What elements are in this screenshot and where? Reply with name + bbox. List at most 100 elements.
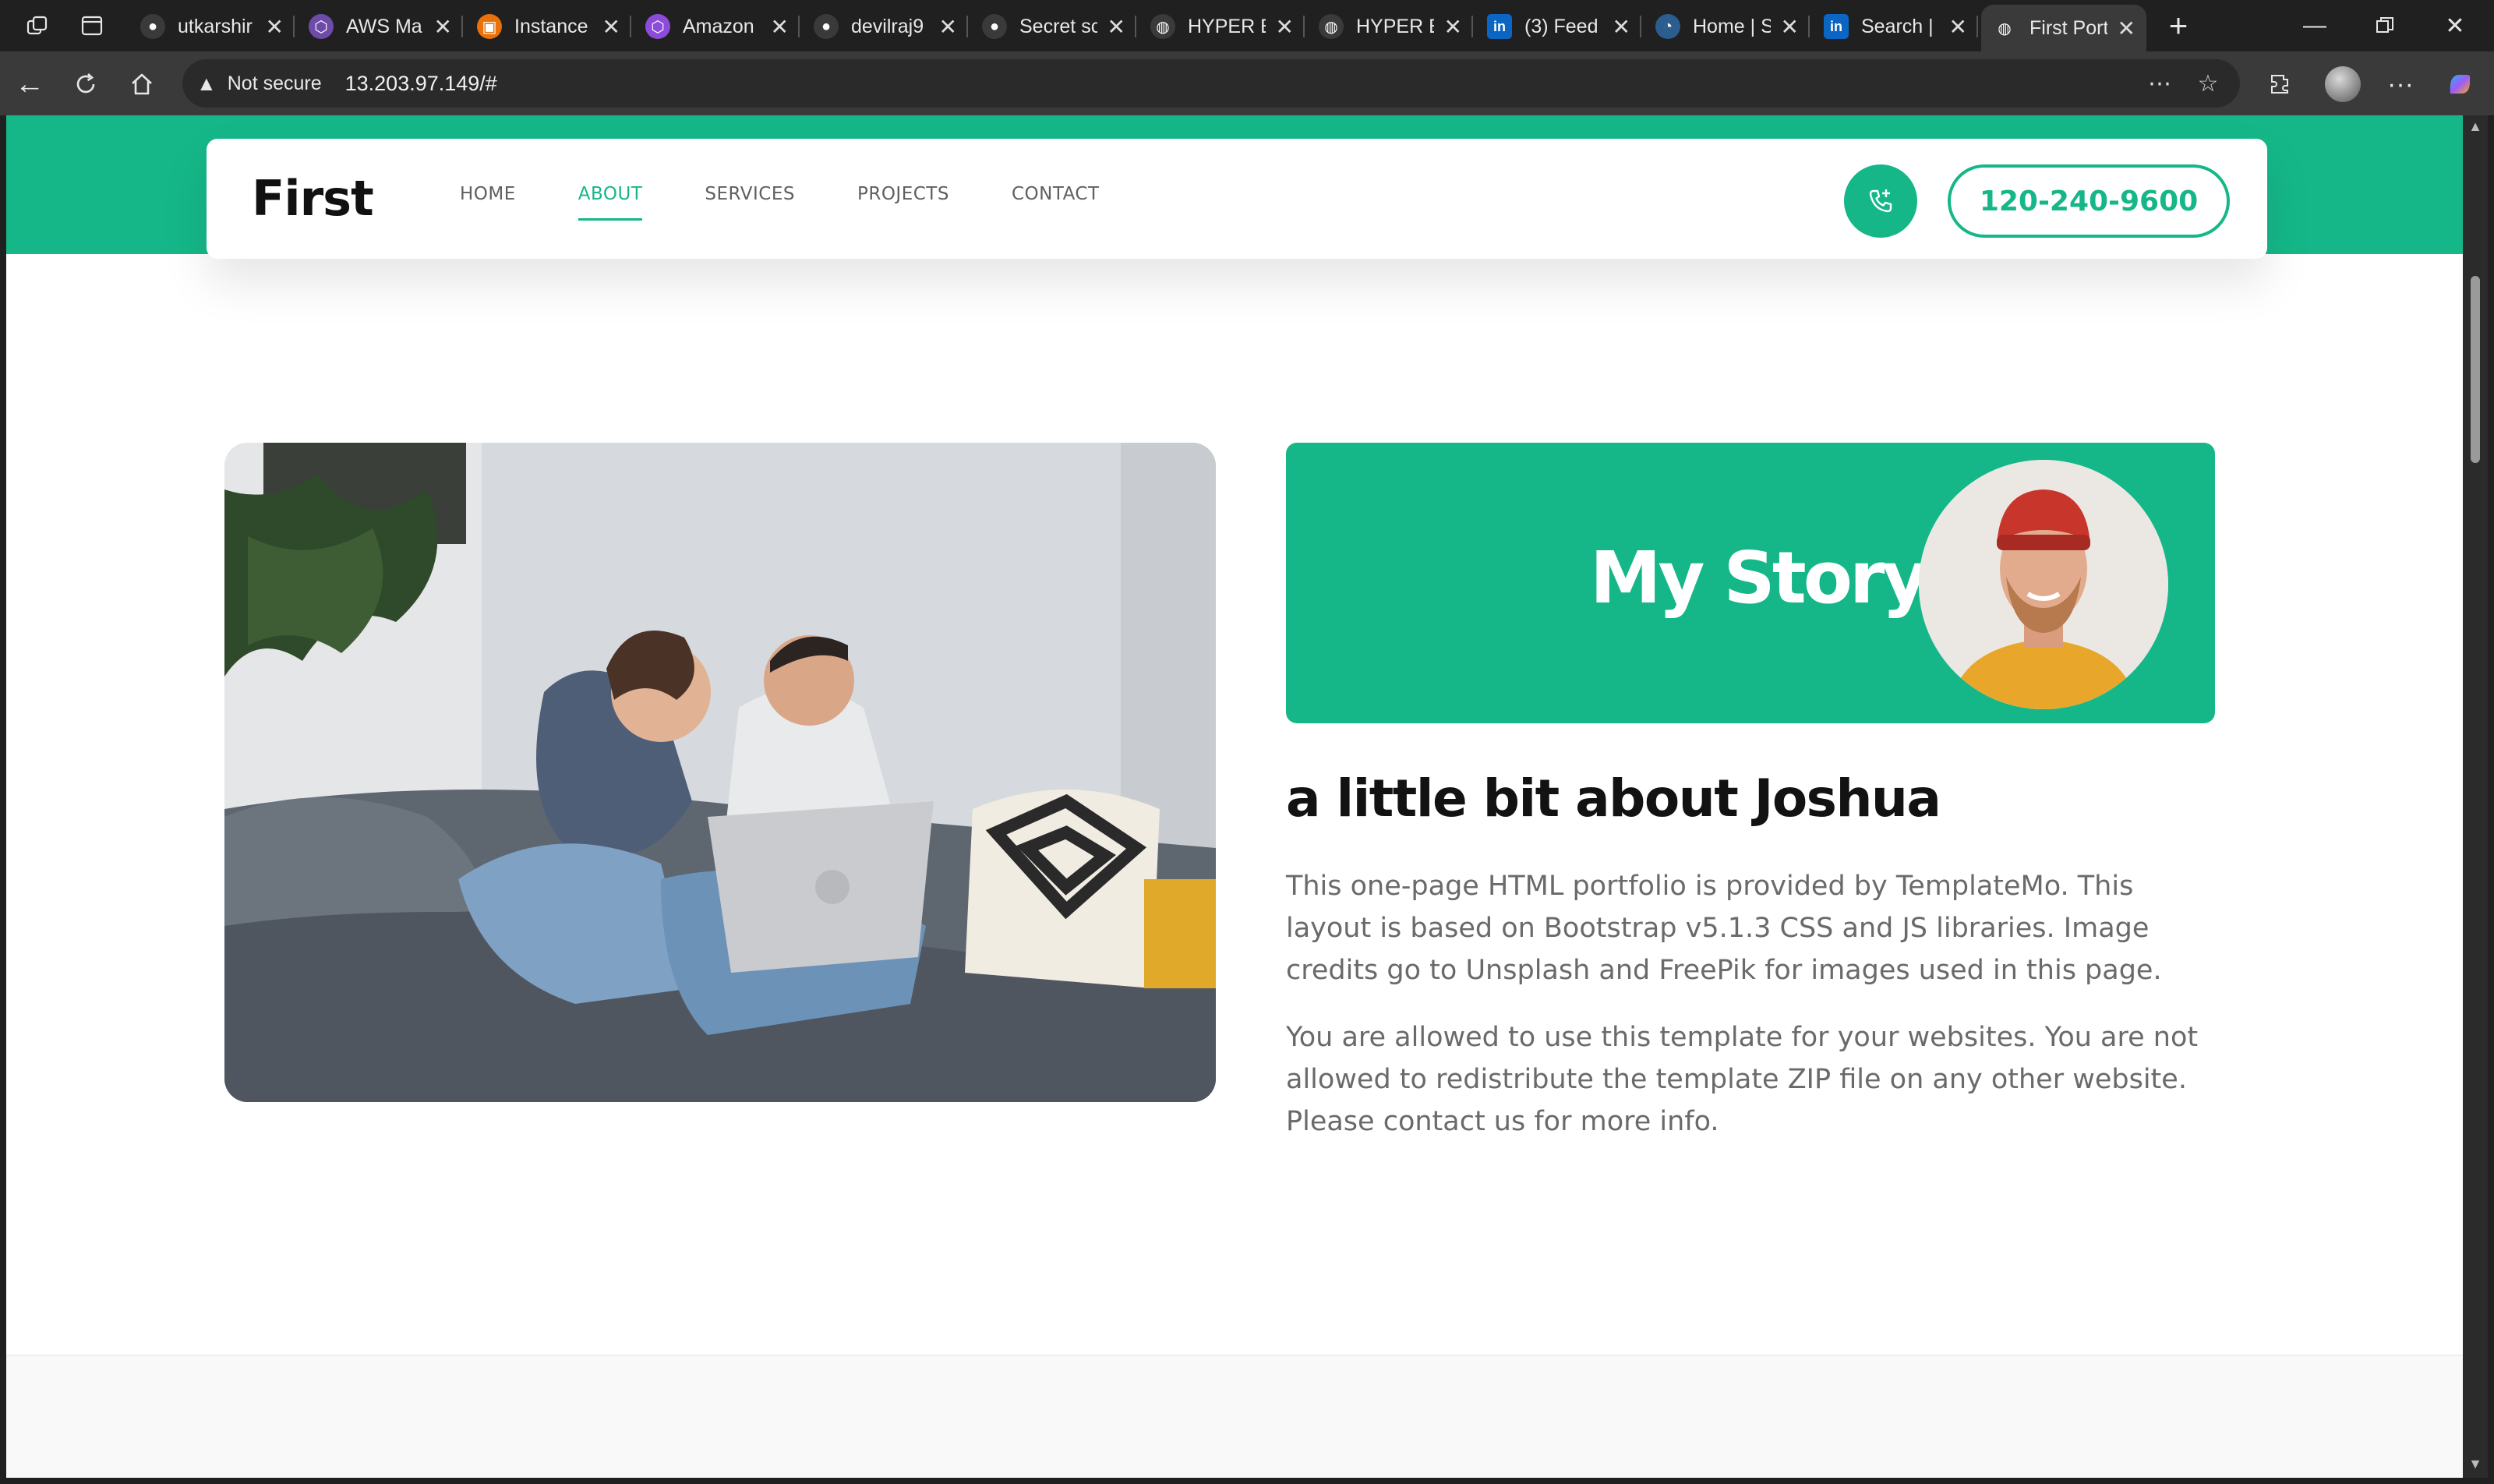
tab-separator [630,16,631,37]
page-viewport: First HOME ABOUT SERVICES PROJECTS CONTA… [6,115,2463,1478]
nav-projects[interactable]: PROJECTS [857,184,949,221]
my-story-card: My Story [1286,443,2215,723]
tab-separator [798,16,800,37]
nav-home[interactable]: HOME [460,184,516,221]
browser-tab[interactable]: ● devilraj9 ✕ [803,5,968,48]
back-button[interactable]: ← [8,62,51,106]
favorite-star-icon[interactable]: ☆ [2188,64,2227,103]
close-tab-icon[interactable]: ✕ [2118,16,2135,41]
tab-separator [1976,16,1978,37]
browser-tab[interactable]: ● Secret sc ✕ [971,5,1136,48]
browser-tab-label: Instance [514,15,588,37]
browser-tab-label: HYPER E [1356,15,1434,37]
close-tab-icon[interactable]: ✕ [1276,14,1294,40]
tab-separator [1135,16,1136,37]
close-tab-icon[interactable]: ✕ [1613,14,1630,40]
about-paragraph-1: This one-page HTML portfolio is provided… [1286,871,2162,986]
profile-avatar[interactable] [2321,62,2365,106]
tab-separator [1640,16,1641,37]
browser-tab-label: Home | S [1693,15,1771,37]
github-icon: ● [814,14,839,39]
globe-icon: ◍ [1319,14,1344,39]
copilot-icon[interactable] [2438,62,2482,106]
scroll-thumb[interactable] [2471,276,2480,463]
github-icon: ● [982,14,1007,39]
linkedin-icon: in [1824,14,1849,39]
browser-tab[interactable]: ⬡ Amazon ✕ [634,5,800,48]
tab-separator [293,16,295,37]
aws-cube-icon: ⬡ [645,14,670,39]
close-tab-icon[interactable]: ✕ [266,14,284,40]
browser-tab[interactable]: ● utkarshir ✕ [129,5,295,48]
close-window-button[interactable]: ✕ [2432,8,2478,44]
browser-tab-label: Secret sc [1019,15,1097,37]
close-tab-icon[interactable]: ✕ [1949,14,1967,40]
browser-tab[interactable]: ◍ HYPER E ✕ [1139,5,1305,48]
main-nav: HOME ABOUT SERVICES PROJECTS CONTACT [460,184,1162,221]
browser-tab-label: HYPER E [1188,15,1266,37]
tab-bar: ● utkarshir ✕ ⬡ AWS Ma ✕ ▣ Instance ✕ ⬡ Amazon ✕ ● de… [0,0,2494,51]
browser-tab-label: utkarshir [178,15,253,37]
tab-separator [1808,16,1810,37]
close-tab-icon[interactable]: ✕ [602,14,620,40]
close-tab-icon[interactable]: ✕ [1781,14,1799,40]
address-bar[interactable]: ▲ Not secure 13.203.97.149/# ⋯ ☆ [182,59,2240,108]
home-button[interactable] [120,62,164,106]
about-paragraph-2: You are allowed to use this template for… [1286,1022,2199,1137]
browser-tab-label: First Port [2029,16,2107,39]
more-menu-icon[interactable]: ··· [2379,62,2422,106]
browser-tab[interactable]: in Search | ✕ [1813,5,1978,48]
aws-cube-icon: ⬡ [309,14,334,39]
close-tab-icon[interactable]: ✕ [939,14,957,40]
sonar-icon: ◔ [1655,14,1680,39]
browser-tab[interactable]: ◍ First Port ✕ [1981,5,2146,51]
phone-call-button[interactable] [1844,164,1917,238]
tab-separator [1471,16,1473,37]
next-section [6,1355,2463,1478]
close-tab-icon[interactable]: ✕ [434,14,452,40]
address-bar-row: ← ▲ Not secure 13.203.97.149/# ⋯ ☆ ··· [0,51,2494,115]
about-photo [224,443,1216,1102]
browser-tab[interactable]: in (3) Feed ✕ [1476,5,1641,48]
scroll-up-icon[interactable]: ▲ [2466,118,2485,137]
browser-tab[interactable]: ▣ Instance ✕ [466,5,631,48]
nav-about[interactable]: ABOUT [578,184,643,221]
security-status[interactable]: Not secure [228,72,322,95]
linkedin-icon: in [1487,14,1512,39]
browser-tab[interactable]: ⬡ AWS Ma ✕ [298,5,463,48]
page-scrollbar[interactable]: ▲ ▼ [2463,115,2488,1478]
minimize-button[interactable]: — [2291,8,2338,44]
vertical-tabs-icon[interactable] [73,8,111,44]
close-tab-icon[interactable]: ✕ [771,14,789,40]
site-navbar: First HOME ABOUT SERVICES PROJECTS CONTA… [207,139,2267,259]
reload-button[interactable] [64,62,108,106]
browser-tab-label: devilraj9 [851,15,924,37]
browser-tab[interactable]: ◍ HYPER E ✕ [1308,5,1473,48]
tab-separator [966,16,968,37]
new-tab-button[interactable]: + [2159,6,2198,45]
tab-separator [461,16,463,37]
nav-services[interactable]: SERVICES [705,184,795,221]
browser-tab-label: AWS Ma [346,15,422,37]
phone-number-button[interactable]: 120-240-9600 [1948,164,2230,238]
scroll-down-icon[interactable]: ▼ [2466,1456,2485,1475]
globe-icon: ◍ [1150,14,1175,39]
restore-button[interactable] [2362,8,2408,44]
browser-tab-label: Amazon [683,15,754,37]
globe-icon: ◍ [1992,16,2017,41]
close-tab-icon[interactable]: ✕ [1444,14,1462,40]
nav-contact[interactable]: CONTACT [1012,184,1100,221]
browser-tab-label: Search | [1861,15,1934,37]
workspaces-icon[interactable] [19,8,56,44]
url-text[interactable]: 13.203.97.149/# [345,72,497,96]
browser-tab[interactable]: ◔ Home | S ✕ [1644,5,1810,48]
extensions-icon[interactable] [2259,62,2302,106]
browser-tab-label: (3) Feed [1524,15,1598,37]
reader-options-icon[interactable]: ⋯ [2140,64,2179,103]
about-title: a little bit about Joshua [1286,768,1941,829]
site-brand[interactable]: First [252,170,374,227]
github-icon: ● [140,14,165,39]
close-tab-icon[interactable]: ✕ [1107,14,1125,40]
warning-icon[interactable]: ▲ [196,72,217,96]
profile-photo [1919,460,2168,709]
